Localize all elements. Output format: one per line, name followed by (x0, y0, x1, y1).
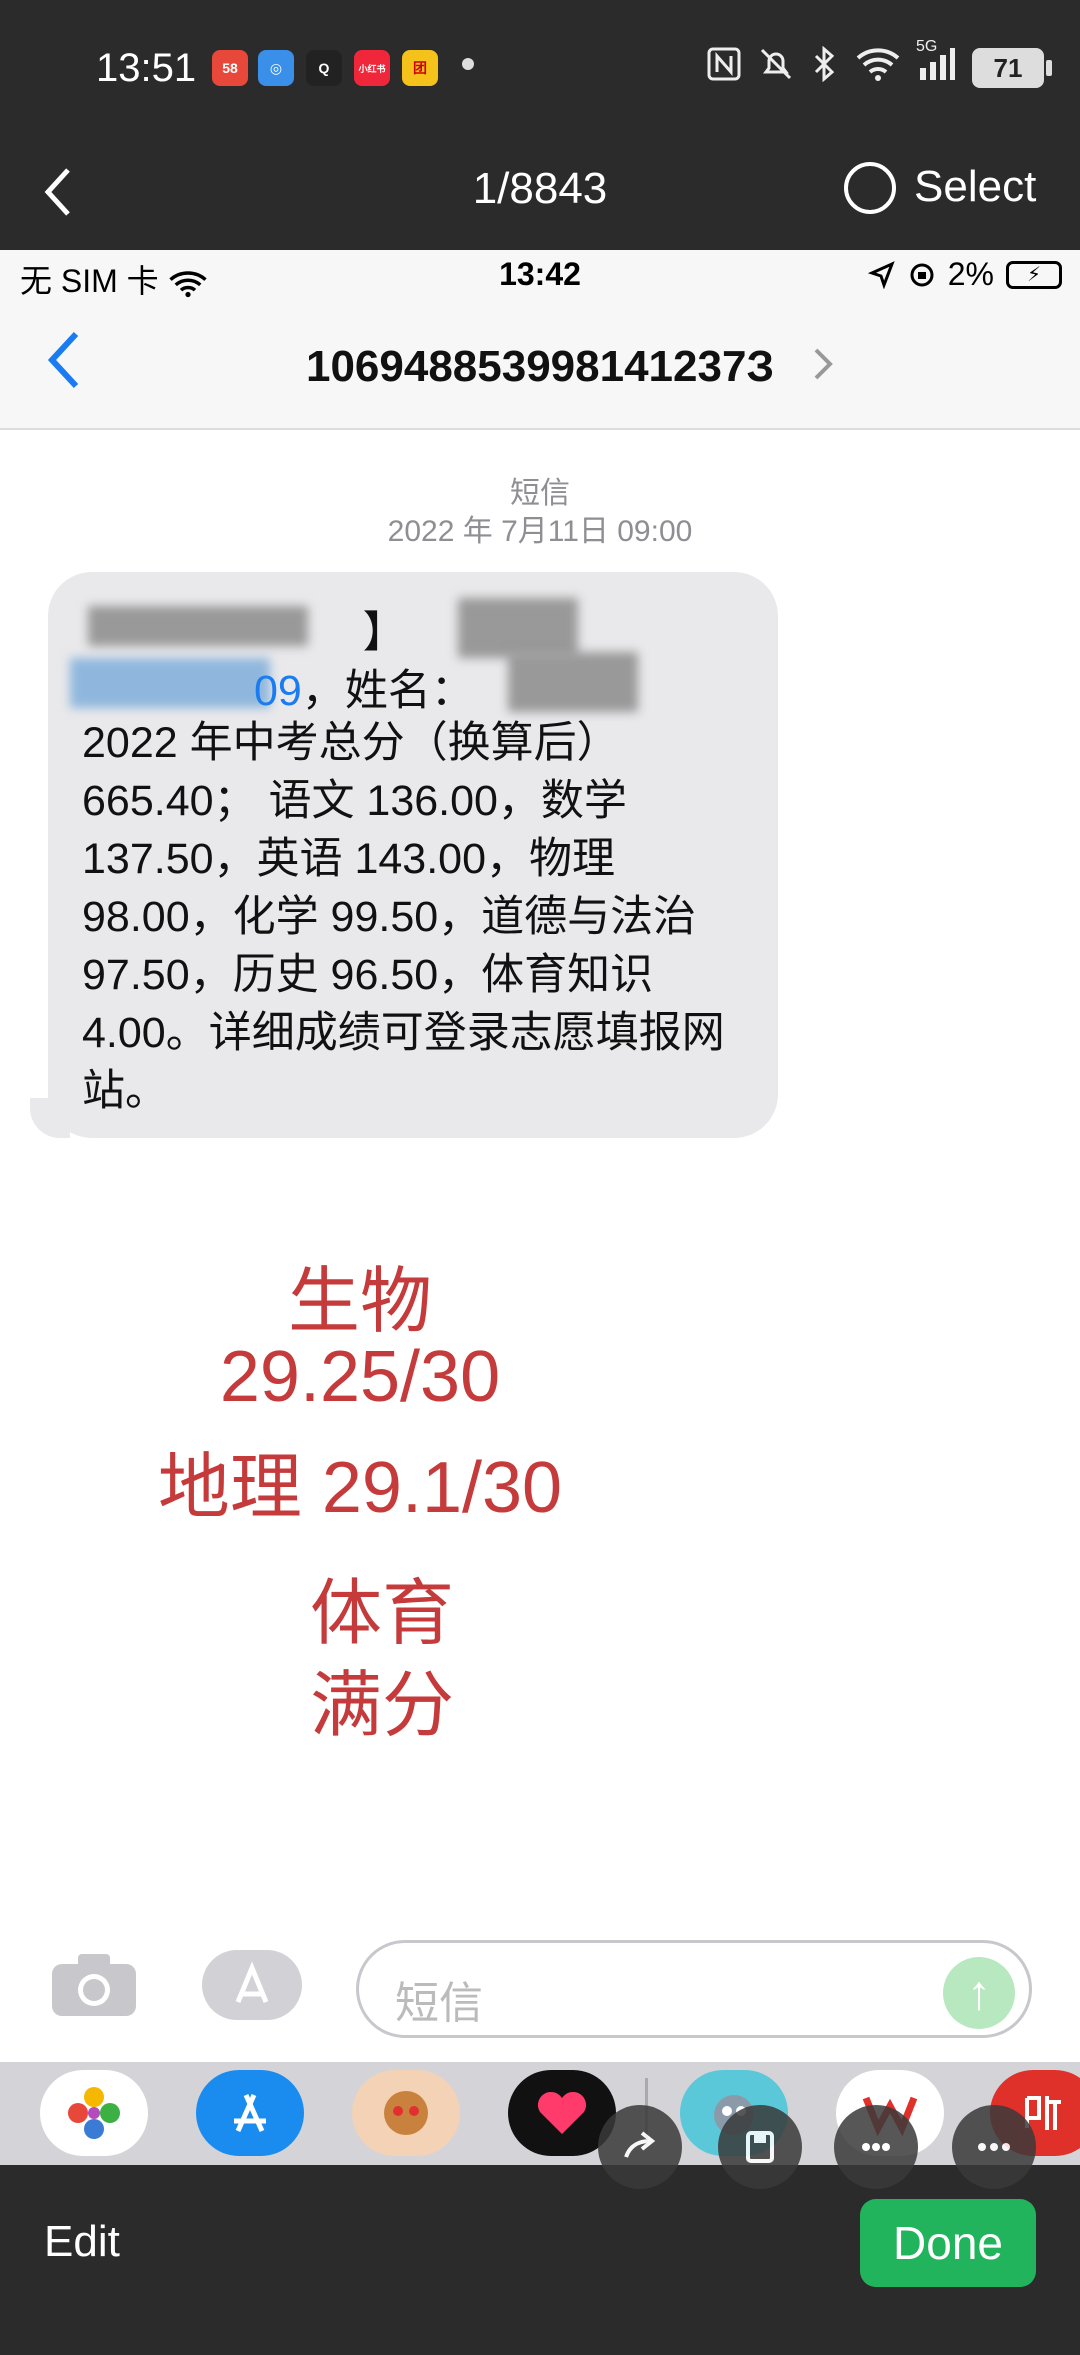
message-line-2: 09，姓名： (82, 656, 474, 718)
memoji-app-icon[interactable] (352, 2070, 460, 2156)
conversation-title: 106948853998141237З (305, 342, 775, 391)
ios-status-right: 2% ⚡ (867, 256, 1062, 293)
grid-icon[interactable] (834, 2105, 918, 2189)
camera-icon[interactable] (50, 1952, 138, 2018)
message-name-label: ，姓名： (301, 667, 474, 715)
select-button[interactable]: Select (914, 162, 1036, 212)
location-icon (867, 260, 895, 289)
edit-button[interactable]: Edit (44, 2217, 120, 2267)
annotation-pe-score: 满分 (309, 1666, 454, 1746)
share-icon[interactable] (598, 2105, 682, 2189)
outer-status-bar: 13:51 58 ◎ Q 小红书 团 5G 71 (0, 0, 1080, 140)
message-input-placeholder: 短信 (395, 1979, 483, 2028)
message-body: 2022 年中考总分（换算后）665.40； 语文 136.00，数学 137.… (82, 719, 725, 1115)
meituan-app-icon: 团 (402, 50, 438, 86)
status-right-icons: 5G 71 (706, 38, 1052, 90)
message-bubble: XXXXXXX】 09，姓名： 2022 年中考总分（换算后）665.40； 语… (48, 572, 778, 1138)
message-link[interactable]: 09 (254, 667, 302, 715)
app-store-drawer-icon[interactable] (196, 2070, 304, 2156)
screenshot-image: 无 SIM 卡 13:42 2% ⚡ 106948853998141237З 短… (0, 250, 1080, 2165)
ios-status-bar: 无 SIM 卡 13:42 2% ⚡ (0, 250, 1080, 310)
message-bracket: 】 (362, 609, 406, 657)
browser-app-icon: ◎ (258, 50, 294, 86)
viewer-header: 1/8843 Select (0, 140, 1080, 250)
xiaohongshu-app-icon: 小红书 (354, 50, 390, 86)
save-icon[interactable] (718, 2105, 802, 2189)
annotation-pe-label: 体育 (309, 1574, 454, 1654)
network-type-label: 5G (916, 38, 938, 55)
annotation-biology-label: 生物 (287, 1262, 432, 1342)
nfc-icon (706, 46, 742, 90)
done-button[interactable]: Done (860, 2199, 1036, 2287)
status-time: 13:51 (96, 46, 197, 90)
ios-battery-icon: ⚡ (1006, 260, 1062, 289)
redaction-mask (458, 598, 578, 658)
annotation-geography-score: 地理 29.1/30 (157, 1448, 563, 1528)
more-notifications-dot (462, 58, 474, 70)
qq-app-icon: Q (306, 50, 342, 86)
imessage-app-drawer (0, 2062, 1080, 2165)
message-input[interactable]: 短信 ↑ (356, 1940, 1032, 2038)
select-checkbox[interactable] (844, 162, 896, 214)
send-button[interactable]: ↑ (943, 1957, 1015, 2029)
viewer-bottom-bar: Edit Done (0, 2105, 1080, 2355)
battery-level: 71 (993, 52, 1023, 83)
rotation-lock-icon (910, 263, 934, 286)
battery-indicator: 71 (972, 48, 1052, 88)
photos-app-icon[interactable] (40, 2070, 148, 2156)
app-store-icon[interactable] (200, 1948, 304, 2022)
signal-icon: 5G (916, 38, 956, 90)
annotation-biology-score: 29.25/30 (219, 1337, 501, 1417)
message-input-row: 短信 ↑ (0, 1940, 1080, 2060)
app-58-icon: 58 (212, 50, 248, 86)
message-date: 2022 年 7月11日 09:00 (387, 515, 693, 548)
message-line-1: XXXXXXX】 (82, 598, 406, 660)
chevron-right-icon (812, 346, 834, 392)
conversation-header: 106948853998141237З (0, 310, 1080, 430)
mute-icon (758, 46, 794, 90)
bluetooth-icon (810, 45, 840, 90)
ios-battery-percent: 2% (947, 256, 994, 292)
redaction-mask (508, 652, 638, 712)
wifi-icon (856, 46, 900, 90)
more-icon[interactable] (952, 2105, 1036, 2189)
